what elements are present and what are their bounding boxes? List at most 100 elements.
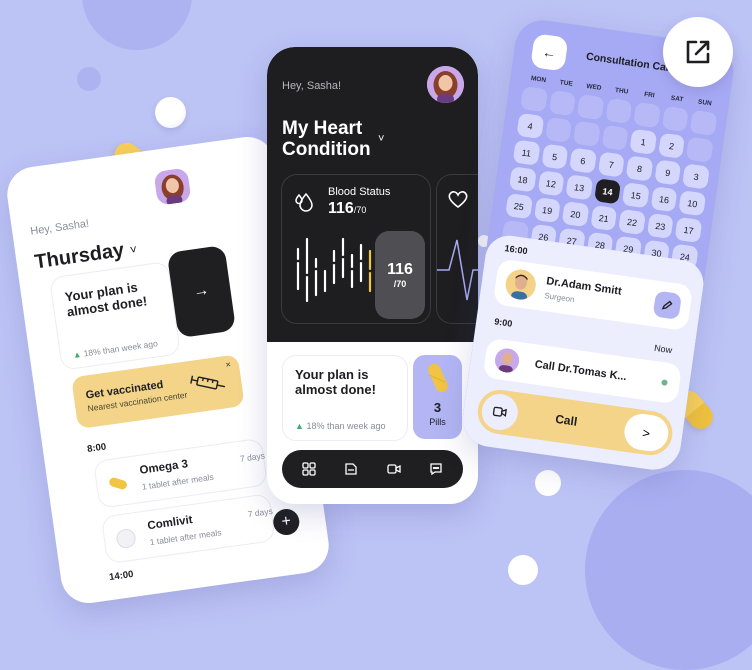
pills-label: Pills <box>429 417 446 427</box>
time-label: 8:00 <box>86 441 107 455</box>
arrow-left-icon: ← <box>541 43 558 62</box>
calendar-day[interactable]: 5 <box>540 143 569 170</box>
medication-name: Comlivit <box>146 514 194 533</box>
calendar-day[interactable]: 8 <box>625 155 654 182</box>
doctor-avatar <box>503 267 538 302</box>
pills-card[interactable]: 3 Pills <box>413 355 462 439</box>
calendar-day[interactable]: 6 <box>569 147 597 174</box>
chevron-down-icon: ˅ <box>128 241 138 257</box>
camera-button[interactable] <box>479 391 521 433</box>
calendar-empty-cell <box>573 120 601 147</box>
calendar-empty-cell <box>544 116 573 143</box>
syringe-icon <box>190 375 226 390</box>
heart-rate-line <box>437 239 478 301</box>
medication-name: Omega 3 <box>138 458 189 477</box>
blood-status-label: Blood Status <box>328 186 391 198</box>
calendar-empty-cell <box>605 97 633 125</box>
weekday-label: TUE <box>559 79 574 88</box>
document-icon[interactable] <box>341 459 361 479</box>
bottom-nav <box>282 450 463 488</box>
chevron-down-icon[interactable]: ˅ <box>378 133 384 145</box>
calendar-day[interactable]: 23 <box>646 212 675 240</box>
bg-circle-top <box>82 0 192 50</box>
plan-card[interactable]: Your plan is almost done! ▲ 18% than wee… <box>282 355 408 441</box>
close-icon[interactable]: × <box>225 359 232 370</box>
bg-dot-center <box>508 555 538 585</box>
capsule-icon <box>109 477 127 490</box>
calendar-day[interactable]: 10 <box>678 190 707 217</box>
add-button[interactable]: + <box>271 507 301 537</box>
highlight-subvalue: /70 <box>393 279 407 289</box>
calendar-day[interactable]: 21 <box>590 204 618 232</box>
pills-count: 3 <box>433 400 442 415</box>
weekday-label: WED <box>585 82 602 92</box>
weekday-label: SUN <box>697 98 713 108</box>
capsule-icon <box>428 363 448 393</box>
calendar-day[interactable]: 2 <box>657 132 686 159</box>
calendar-day[interactable]: 25 <box>505 193 533 220</box>
calendar-day[interactable]: 7 <box>597 151 626 178</box>
medication-duration: 7 days <box>247 505 274 520</box>
calendar-day[interactable]: 15 <box>622 182 650 209</box>
calendar-day[interactable]: 14 <box>593 178 622 205</box>
weekday-label: FRI <box>643 90 656 100</box>
heart-rate-card[interactable] <box>436 174 478 324</box>
avatar[interactable] <box>153 167 192 206</box>
bg-circle-small <box>77 67 101 91</box>
blood-status-highlight: 116 /70 <box>375 231 425 319</box>
center-phone-screen: Hey, Sasha! My Heart Condition ˅ Blood S… <box>267 47 478 504</box>
calendar-empty-cell <box>633 101 661 129</box>
avatar[interactable] <box>427 66 464 103</box>
video-icon <box>492 406 507 417</box>
calendar-day[interactable]: 1 <box>629 128 658 155</box>
calendar-day[interactable]: 20 <box>561 200 590 228</box>
video-icon[interactable] <box>384 459 404 479</box>
chat-icon[interactable] <box>426 459 446 479</box>
edit-button[interactable] <box>652 290 682 320</box>
heart-icon <box>448 191 468 209</box>
doctor-avatar <box>493 346 521 375</box>
tablet-decoration <box>155 97 186 128</box>
calendar-empty-cell <box>601 124 629 151</box>
call-button-label[interactable]: Call <box>554 412 578 429</box>
calendar-day[interactable]: 9 <box>654 159 682 186</box>
greeting-text: Hey, Sasha! <box>282 80 342 92</box>
calendar-day[interactable]: 17 <box>674 216 703 244</box>
calendar-day[interactable]: 22 <box>618 208 646 236</box>
pencil-icon <box>661 300 673 310</box>
weekday-label: THU <box>614 86 629 96</box>
plan-subtitle: ▲ 18% than week ago <box>295 421 386 431</box>
calendar-day[interactable]: 18 <box>508 166 537 193</box>
grid-icon[interactable] <box>299 459 319 479</box>
calendar-day[interactable]: 11 <box>512 139 541 166</box>
open-external-button[interactable] <box>663 17 733 87</box>
call-go-button[interactable]: > <box>622 411 671 454</box>
blood-pressure-bars <box>295 237 373 303</box>
back-button[interactable]: ← <box>530 33 569 72</box>
bg-dot-white <box>535 470 561 496</box>
calendar-day[interactable]: 3 <box>682 163 710 190</box>
next-arrow-button[interactable]: → <box>166 244 237 339</box>
tablet-icon <box>116 528 136 548</box>
plan-title: Your plan is almost done! <box>63 279 149 320</box>
doctor-role: Surgeon <box>543 291 576 305</box>
calendar-day[interactable]: 16 <box>650 186 678 213</box>
calendar-empty-cell <box>520 86 548 113</box>
blood-status-card[interactable]: Blood Status 116/70 116 /70 <box>281 174 431 324</box>
calendar-day[interactable]: 4 <box>516 112 544 140</box>
calendar-day[interactable]: 12 <box>537 170 565 197</box>
external-link-icon <box>686 40 710 64</box>
call-name: Call Dr.Tomas K... <box>533 358 628 384</box>
page-title: My Heart Condition <box>282 118 371 160</box>
highlight-value: 116 <box>387 261 413 278</box>
calendar-day[interactable]: 19 <box>533 196 561 224</box>
medication-duration: 7 days <box>239 450 266 464</box>
arrow-right-icon: → <box>192 281 211 301</box>
weekday-label: MON <box>530 75 547 85</box>
calendar-day[interactable]: 13 <box>565 174 594 201</box>
plan-card[interactable]: Your plan is almost done! ▲ 18% than wee… <box>48 260 181 371</box>
weekday-label: SAT <box>670 94 684 104</box>
calendar-empty-cell <box>686 136 714 163</box>
plan-title: Your plan is almost done! <box>295 367 376 398</box>
bg-circle-bottom <box>585 470 752 670</box>
